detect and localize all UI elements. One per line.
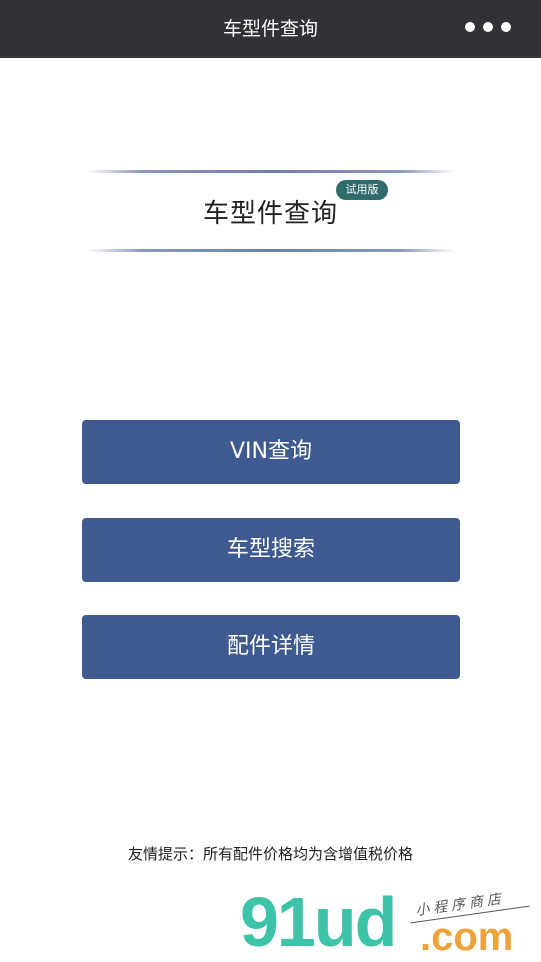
dot — [465, 22, 475, 32]
watermark-logo: 91ud — [240, 883, 397, 961]
part-details-button[interactable]: 配件详情 — [82, 615, 460, 679]
page-title: 车型件查询 — [202, 199, 338, 229]
more-dots-icon[interactable] — [465, 22, 511, 34]
divider-bottom — [86, 249, 456, 252]
nav-title: 车型件查询 — [222, 18, 318, 40]
dot — [483, 22, 493, 32]
vin-search-button[interactable]: VIN查询 — [82, 420, 460, 484]
footer-tip: 友情提示：所有配件价格均为含增值税价格 — [127, 845, 413, 863]
model-search-button[interactable]: 车型搜索 — [82, 518, 460, 582]
divider-top — [86, 170, 456, 173]
watermark-domain: .com — [420, 915, 514, 959]
dot — [501, 22, 511, 32]
trial-badge: 试用版 — [336, 180, 388, 200]
top-navbar: 车型件查询 — [0, 0, 541, 58]
